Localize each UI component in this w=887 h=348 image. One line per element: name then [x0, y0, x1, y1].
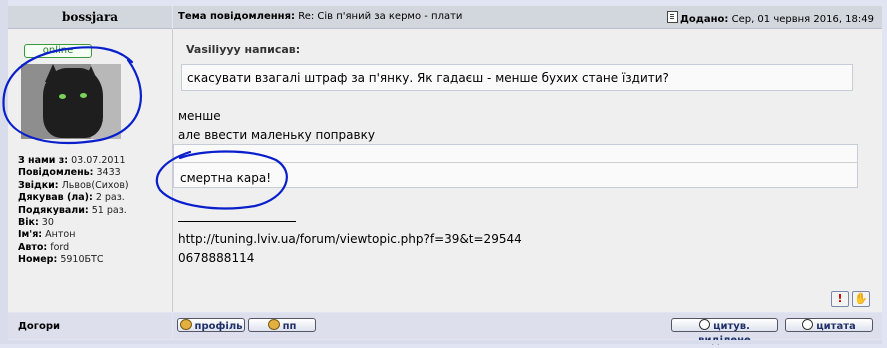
post-header: Тема повідомлення: Re: Сів п'яний за кер… — [173, 6, 882, 29]
users-icon — [267, 319, 280, 330]
speech-bubble-icon — [699, 319, 711, 330]
posted-date: Сер, 01 червня 2016, 18:49 — [731, 14, 874, 25]
posted-label: Додано: — [680, 14, 729, 25]
subject-label: Тема повідомлення: — [178, 11, 296, 22]
quote-selected-button[interactable]: цитув. виділене — [671, 318, 778, 346]
hand-icon[interactable]: ✋ — [852, 291, 870, 307]
profile-row-age: Вік: 30 — [18, 217, 54, 229]
reply-line: але ввести маленьку поправку — [178, 128, 375, 142]
quote-text: скасувати взагалі штраф за п'янку. Як га… — [187, 71, 669, 85]
post-date: Додано: Сер, 01 червня 2016, 18:49 — [667, 11, 874, 25]
profile-row-location: Звідки: Львов(Сихов) — [18, 179, 129, 191]
footer-actions: профіль пп цитув. виділене цитата — [173, 313, 882, 346]
signature: http://tuning.lviv.ua/forum/viewtopic.ph… — [178, 211, 522, 268]
post-actions: ! ✋ — [828, 291, 870, 307]
profile-row-was-thanked: Подякували: 51 раз. — [18, 204, 127, 216]
exclamation-icon[interactable]: ! — [831, 291, 849, 307]
subject-text: Re: Сів п'яний за кермо - плати — [298, 11, 463, 22]
post-link-icon[interactable] — [667, 11, 679, 23]
user-icon — [179, 319, 192, 330]
profile-row-number: Номер: 5910БТС — [18, 254, 104, 266]
signature-phone: 0678888114 — [178, 251, 255, 265]
online-badge: online — [24, 44, 92, 58]
quote-block-2: смертна кара! — [173, 144, 858, 188]
post-subject: Тема повідомлення: Re: Сів п'яний за кер… — [178, 11, 462, 22]
profile-row-thanked: Дякував (ла): 2 раз. — [18, 192, 125, 204]
profile-row-joined: З нами з: 03.07.2011 — [18, 155, 126, 166]
author-header: bossjara — [8, 6, 172, 29]
bottom-edge — [8, 340, 882, 344]
quote-text-2: смертна кара! — [180, 171, 272, 185]
reply-text: менше але ввести маленьку поправку — [178, 107, 375, 145]
quote-button[interactable]: цитата — [785, 318, 873, 332]
quote-block: скасувати взагалі штраф за п'янку. Як га… — [181, 64, 853, 91]
speech-bubble-icon — [802, 319, 814, 330]
profile-info: З нами з: 03.07.2011 Повідомлень: 3433 З… — [18, 155, 129, 267]
author-profile: online З нами з: 03.07.2011 Повідомлень:… — [8, 29, 173, 312]
profile-button[interactable]: профіль — [177, 318, 245, 332]
post-body: Vasiliyyy написав: скасувати взагалі штр… — [173, 29, 882, 312]
back-to-top-link[interactable]: Догори — [18, 321, 60, 332]
profile-row-car: Авто: ford — [18, 241, 70, 253]
quote-author: Vasiliyyy написав: — [186, 43, 301, 56]
quote-divider — [174, 162, 857, 163]
profile-row-name: Ім'я: Антон — [18, 229, 76, 241]
signature-link[interactable]: http://tuning.lviv.ua/forum/viewtopic.ph… — [178, 230, 522, 249]
reply-line: менше — [178, 109, 221, 123]
pm-button[interactable]: пп — [248, 318, 316, 332]
footer-left: Догори — [8, 313, 172, 339]
avatar — [21, 64, 121, 139]
author-name[interactable]: bossjara — [8, 6, 172, 28]
profile-row-posts: Повідомлень: 3433 — [18, 167, 121, 179]
